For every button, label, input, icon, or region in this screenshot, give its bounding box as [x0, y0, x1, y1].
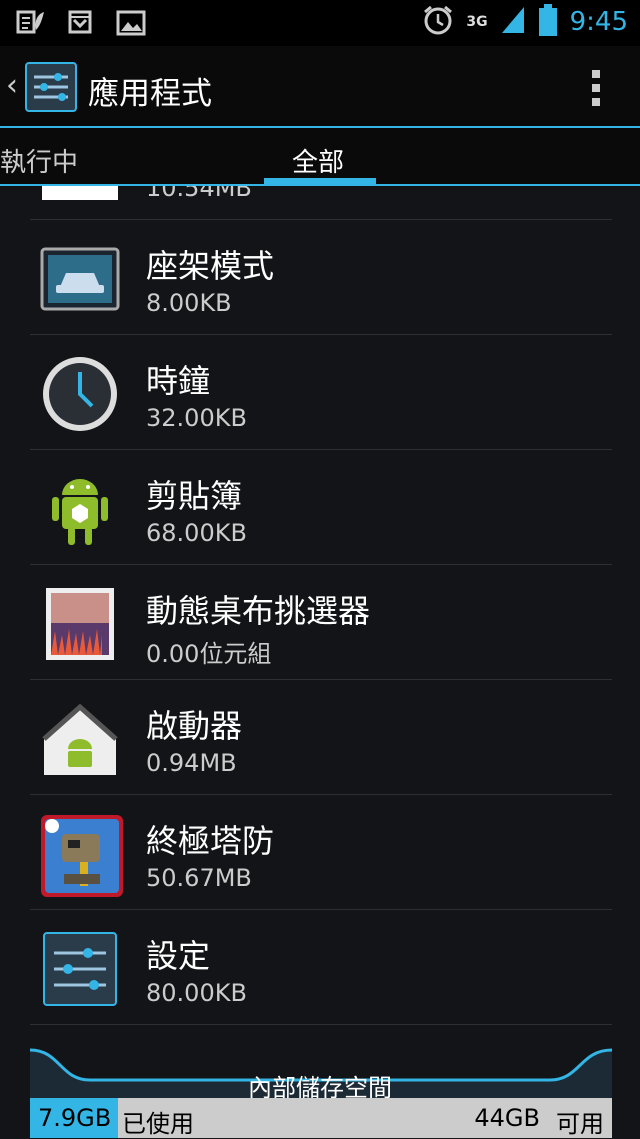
list-item[interactable]: 設定 80.00KB [30, 909, 612, 1025]
clock-time: 9:45 [569, 7, 628, 37]
app-name: 時鐘 [146, 362, 211, 400]
app-size: 0.00位元組 [146, 640, 272, 668]
launcher-home-icon [40, 699, 120, 779]
download-done-icon [66, 8, 96, 36]
tab-bar: 執行中 全部 [0, 128, 640, 186]
list-item[interactable]: 時鐘 32.00KB [30, 334, 612, 450]
alarm-icon [422, 4, 454, 40]
list-item[interactable]: 剪貼簿 68.00KB [30, 449, 612, 565]
overflow-menu-icon[interactable] [592, 70, 600, 106]
app-name: 動態桌布挑選器 [146, 592, 371, 630]
available-label: 可用 [556, 1110, 604, 1138]
battery-icon [538, 4, 558, 40]
app-list[interactable]: 10.54MB 座架模式 8.00KB 時鐘 32.00KB 剪貼簿 68.00… [0, 186, 640, 1056]
live-wallpaper-icon [40, 584, 120, 664]
app-size: 32.00KB [146, 404, 247, 432]
status-bar: 3G 9:45 [0, 0, 640, 46]
used-label: 已使用 [122, 1110, 194, 1138]
app-size: 50.67MB [146, 864, 252, 892]
tower-defense-game-icon [40, 814, 123, 897]
up-navigation-icon[interactable]: ‹ [6, 68, 18, 103]
app-name: 終極塔防 [146, 822, 275, 860]
list-item[interactable]: 動態桌布挑選器 0.00位元組 [30, 564, 612, 680]
app-size: 0.94MB [146, 749, 237, 777]
sim-toolkit-icon [16, 8, 46, 36]
storage-usage-bar: 7.9GB 已使用 44GB 可用 [30, 1098, 612, 1138]
signal-icon [500, 5, 526, 39]
app-name: 座架模式 [146, 247, 275, 285]
app-size: 80.00KB [146, 979, 247, 1007]
app-name: 啟動器 [146, 707, 243, 745]
settings-icon[interactable] [24, 61, 78, 113]
android-clipboard-icon [40, 469, 120, 549]
app-size: 10.54MB [146, 186, 252, 202]
tab-all[interactable]: 全部 [292, 142, 344, 179]
list-item[interactable]: 啟動器 0.94MB [30, 679, 612, 795]
network-type-label: 3G [466, 14, 488, 30]
car-dock-icon [40, 239, 120, 319]
storage-summary: 內部儲存空間 7.9GB 已使用 44GB 可用 [0, 1040, 640, 1138]
app-icon-partial [40, 186, 120, 204]
list-item[interactable]: 座架模式 8.00KB [30, 219, 612, 335]
list-item[interactable]: 終極塔防 50.67MB [30, 794, 612, 910]
action-bar: ‹ 應用程式 [0, 46, 640, 128]
used-amount: 7.9GB [38, 1104, 112, 1132]
app-name: 剪貼簿 [146, 477, 243, 515]
list-item[interactable]: 10.54MB [30, 186, 612, 220]
app-size: 8.00KB [146, 289, 232, 317]
app-name: 設定 [146, 937, 211, 975]
picture-icon [116, 8, 146, 36]
available-amount: 44GB [474, 1104, 540, 1132]
app-size: 68.00KB [146, 519, 247, 547]
tab-selected-indicator [264, 178, 376, 184]
clock-icon [40, 354, 120, 434]
tab-running[interactable]: 執行中 [0, 142, 78, 179]
settings-icon [40, 929, 120, 1009]
page-title: 應用程式 [88, 76, 212, 112]
